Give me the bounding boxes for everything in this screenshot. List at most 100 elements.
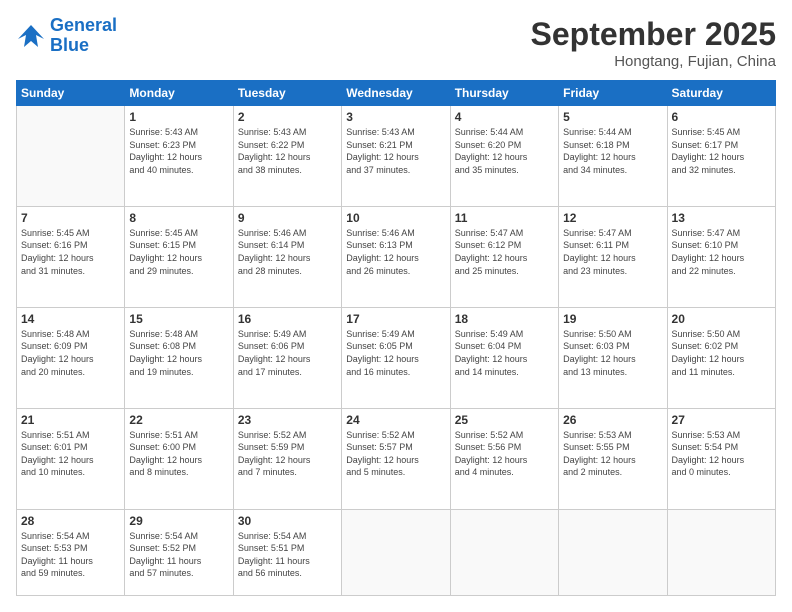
day-info: Sunrise: 5:48 AM Sunset: 6:09 PM Dayligh… — [21, 328, 120, 378]
calendar-cell: 8 Sunrise: 5:45 AM Sunset: 6:15 PM Daylig… — [125, 206, 233, 307]
day-info: Sunrise: 5:48 AM Sunset: 6:08 PM Dayligh… — [129, 328, 228, 378]
day-number: 30 — [238, 514, 337, 528]
day-number: 14 — [21, 312, 120, 326]
logo-text: General Blue — [50, 16, 117, 56]
day-number: 1 — [129, 110, 228, 124]
day-info: Sunrise: 5:54 AM Sunset: 5:53 PM Dayligh… — [21, 530, 120, 580]
day-info: Sunrise: 5:49 AM Sunset: 6:05 PM Dayligh… — [346, 328, 445, 378]
calendar-cell: 9Sunrise: 5:46 AM Sunset: 6:14 PM Daylig… — [233, 206, 341, 307]
day-number: 15 — [129, 312, 228, 326]
header: General Blue September 2025 Hongtang, Fu… — [16, 16, 776, 70]
calendar-cell: 28 Sunrise: 5:54 AM Sunset: 5:53 PM Dayli… — [17, 509, 125, 595]
calendar-cell: 10 Sunrise: 5:46 AM Sunset: 6:13 PM Dayli… — [342, 206, 450, 307]
day-info: Sunrise: 5:47 AM Sunset: 6:10 PM Dayligh… — [672, 227, 771, 277]
calendar-cell: 17 Sunrise: 5:49 AM Sunset: 6:05 PM Dayli… — [342, 307, 450, 408]
calendar-cell: 14 Sunrise: 5:48 AM Sunset: 6:09 PM Dayli… — [17, 307, 125, 408]
calendar-cell: 21 Sunrise: 5:51 AM Sunset: 6:01 PM Dayli… — [17, 408, 125, 509]
title-block: September 2025 Hongtang, Fujian, China — [531, 16, 776, 70]
day-number: 3 — [346, 110, 445, 124]
day-number: 7 — [21, 211, 120, 225]
calendar-cell: 11 Sunrise: 5:47 AM Sunset: 6:12 PM Dayli… — [450, 206, 558, 307]
weekday-header: Monday — [125, 81, 233, 106]
day-number: 27 — [672, 413, 771, 427]
day-info: Sunrise: 5:52 AM Sunset: 5:59 PM Dayligh… — [238, 429, 337, 479]
day-info: Sunrise: 5:52 AM Sunset: 5:57 PM Dayligh… — [346, 429, 445, 479]
calendar-cell: 25Sunrise: 5:52 AM Sunset: 5:56 PM Dayli… — [450, 408, 558, 509]
weekday-header: Thursday — [450, 81, 558, 106]
calendar-cell: 20Sunrise: 5:50 AM Sunset: 6:02 PM Dayli… — [667, 307, 775, 408]
calendar-cell: 15 Sunrise: 5:48 AM Sunset: 6:08 PM Dayli… — [125, 307, 233, 408]
calendar-cell: 24 Sunrise: 5:52 AM Sunset: 5:57 PM Dayli… — [342, 408, 450, 509]
month-title: September 2025 — [531, 16, 776, 53]
calendar-cell — [667, 509, 775, 595]
day-info: Sunrise: 5:52 AM Sunset: 5:56 PM Dayligh… — [455, 429, 554, 479]
day-number: 4 — [455, 110, 554, 124]
day-info: Sunrise: 5:47 AM Sunset: 6:11 PM Dayligh… — [563, 227, 662, 277]
day-number: 8 — [129, 211, 228, 225]
day-info: Sunrise: 5:45 AM Sunset: 6:17 PM Dayligh… — [672, 126, 771, 176]
day-number: 13 — [672, 211, 771, 225]
day-number: 18 — [455, 312, 554, 326]
calendar-cell — [342, 509, 450, 595]
day-number: 21 — [21, 413, 120, 427]
calendar-cell: 23 Sunrise: 5:52 AM Sunset: 5:59 PM Dayli… — [233, 408, 341, 509]
weekday-header: Friday — [559, 81, 667, 106]
day-number: 28 — [21, 514, 120, 528]
calendar-page: General Blue September 2025 Hongtang, Fu… — [0, 0, 792, 612]
calendar-cell: 4 Sunrise: 5:44 AM Sunset: 6:20 PM Daylig… — [450, 106, 558, 207]
calendar-cell: 18 Sunrise: 5:49 AM Sunset: 6:04 PM Dayli… — [450, 307, 558, 408]
day-number: 11 — [455, 211, 554, 225]
location: Hongtang, Fujian, China — [531, 53, 776, 70]
day-number: 26 — [563, 413, 662, 427]
day-info: Sunrise: 5:47 AM Sunset: 6:12 PM Dayligh… — [455, 227, 554, 277]
day-info: Sunrise: 5:43 AM Sunset: 6:21 PM Dayligh… — [346, 126, 445, 176]
day-number: 16 — [238, 312, 337, 326]
weekday-header: Sunday — [17, 81, 125, 106]
calendar-cell — [559, 509, 667, 595]
calendar-cell: 6 Sunrise: 5:45 AM Sunset: 6:17 PM Daylig… — [667, 106, 775, 207]
calendar-cell — [17, 106, 125, 207]
calendar-cell: 5Sunrise: 5:44 AM Sunset: 6:18 PM Daylig… — [559, 106, 667, 207]
day-info: Sunrise: 5:51 AM Sunset: 6:01 PM Dayligh… — [21, 429, 120, 479]
day-info: Sunrise: 5:49 AM Sunset: 6:04 PM Dayligh… — [455, 328, 554, 378]
calendar-cell: 1 Sunrise: 5:43 AM Sunset: 6:23 PM Daylig… — [125, 106, 233, 207]
day-number: 23 — [238, 413, 337, 427]
day-number: 24 — [346, 413, 445, 427]
calendar-cell: 19 Sunrise: 5:50 AM Sunset: 6:03 PM Dayli… — [559, 307, 667, 408]
day-number: 6 — [672, 110, 771, 124]
day-info: Sunrise: 5:43 AM Sunset: 6:23 PM Dayligh… — [129, 126, 228, 176]
calendar-cell: 2Sunrise: 5:43 AM Sunset: 6:22 PM Daylig… — [233, 106, 341, 207]
day-number: 5 — [563, 110, 662, 124]
day-number: 17 — [346, 312, 445, 326]
day-info: Sunrise: 5:54 AM Sunset: 5:51 PM Dayligh… — [238, 530, 337, 580]
day-number: 12 — [563, 211, 662, 225]
day-info: Sunrise: 5:51 AM Sunset: 6:00 PM Dayligh… — [129, 429, 228, 479]
day-info: Sunrise: 5:50 AM Sunset: 6:03 PM Dayligh… — [563, 328, 662, 378]
day-info: Sunrise: 5:44 AM Sunset: 6:20 PM Dayligh… — [455, 126, 554, 176]
logo-icon — [16, 21, 46, 51]
calendar-header-row: SundayMondayTuesdayWednesdayThursdayFrid… — [17, 81, 776, 106]
weekday-header: Saturday — [667, 81, 775, 106]
day-info: Sunrise: 5:54 AM Sunset: 5:52 PM Dayligh… — [129, 530, 228, 580]
day-number: 29 — [129, 514, 228, 528]
day-info: Sunrise: 5:50 AM Sunset: 6:02 PM Dayligh… — [672, 328, 771, 378]
calendar-cell: 26 Sunrise: 5:53 AM Sunset: 5:55 PM Dayli… — [559, 408, 667, 509]
day-info: Sunrise: 5:45 AM Sunset: 6:15 PM Dayligh… — [129, 227, 228, 277]
logo: General Blue — [16, 16, 117, 56]
calendar-cell: 22 Sunrise: 5:51 AM Sunset: 6:00 PM Dayli… — [125, 408, 233, 509]
day-info: Sunrise: 5:49 AM Sunset: 6:06 PM Dayligh… — [238, 328, 337, 378]
calendar-cell: 7Sunrise: 5:45 AM Sunset: 6:16 PM Daylig… — [17, 206, 125, 307]
day-number: 10 — [346, 211, 445, 225]
calendar-table: SundayMondayTuesdayWednesdayThursdayFrid… — [16, 80, 776, 596]
calendar-cell — [450, 509, 558, 595]
day-number: 22 — [129, 413, 228, 427]
calendar-cell: 16 Sunrise: 5:49 AM Sunset: 6:06 PM Dayli… — [233, 307, 341, 408]
day-info: Sunrise: 5:53 AM Sunset: 5:54 PM Dayligh… — [672, 429, 771, 479]
day-number: 19 — [563, 312, 662, 326]
day-number: 9 — [238, 211, 337, 225]
day-info: Sunrise: 5:53 AM Sunset: 5:55 PM Dayligh… — [563, 429, 662, 479]
day-number: 2 — [238, 110, 337, 124]
calendar-cell: 13 Sunrise: 5:47 AM Sunset: 6:10 PM Dayli… — [667, 206, 775, 307]
day-info: Sunrise: 5:46 AM Sunset: 6:13 PM Dayligh… — [346, 227, 445, 277]
calendar-cell: 27 Sunrise: 5:53 AM Sunset: 5:54 PM Dayli… — [667, 408, 775, 509]
